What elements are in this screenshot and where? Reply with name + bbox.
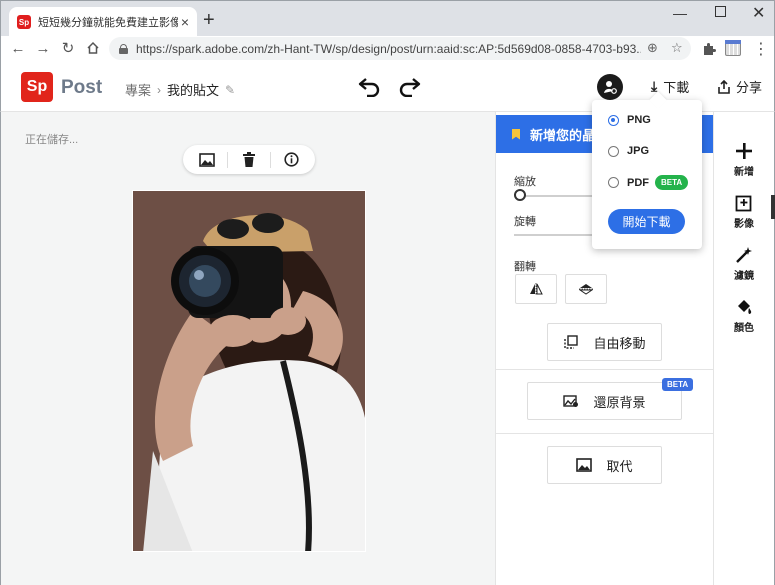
trash-icon[interactable] (238, 150, 260, 170)
radio-png[interactable] (608, 114, 619, 126)
account-avatar-button[interactable] (597, 74, 623, 100)
format-label: PNG (627, 114, 651, 126)
zoom-slider-track[interactable] (514, 195, 594, 197)
plus-icon (735, 140, 753, 162)
rail-add-label: 新增 (734, 167, 754, 178)
spark-favicon-icon: Sp (17, 15, 31, 29)
format-option-png[interactable]: PNG (608, 114, 651, 126)
format-option-pdf[interactable]: PDF BETA (608, 175, 689, 190)
format-option-jpg[interactable]: JPG (608, 145, 649, 157)
add-to-chrome-icon[interactable]: ⊕ (647, 40, 658, 56)
info-icon[interactable] (280, 150, 302, 170)
toolbar-divider (269, 151, 271, 168)
calendar-extension-icon[interactable] (725, 40, 741, 56)
flip-horizontal-icon (530, 283, 543, 295)
bookmark-star-icon[interactable]: ☆ (671, 40, 683, 56)
tab-title: 短短幾分鐘就能免費建立影像 · Ad (38, 17, 178, 29)
photographer-image[interactable] (132, 190, 366, 552)
beta-badge: BETA (662, 378, 694, 391)
start-download-button[interactable]: 開始下載 (608, 209, 685, 234)
rotate-label: 旋轉 (514, 216, 536, 228)
photographer-illustration (133, 191, 365, 551)
rail-item-image[interactable]: 影像 (714, 192, 774, 230)
rail-color-label: 顏色 (734, 323, 754, 334)
close-tab-icon[interactable]: × (181, 14, 189, 30)
extensions-icon[interactable] (699, 39, 719, 59)
maximize-icon[interactable] (715, 6, 726, 17)
restore-background-button[interactable]: 還原背景 (527, 382, 682, 420)
section-divider (496, 369, 714, 370)
close-window-icon[interactable]: ✕ (752, 3, 765, 23)
add-image-icon (735, 192, 753, 214)
flip-vertical-button[interactable] (565, 274, 607, 304)
browser-tab[interactable]: Sp 短短幾分鐘就能免費建立影像 · Ad × (9, 7, 197, 37)
free-move-button[interactable]: 自由移動 (547, 323, 662, 361)
spark-logo[interactable]: Sp (21, 72, 53, 102)
image-floating-toolbar (183, 145, 315, 174)
project-title[interactable]: 我的貼文 (167, 80, 219, 99)
section-divider (496, 433, 714, 434)
undo-icon[interactable] (357, 75, 383, 98)
save-status: 正在儲存... (25, 134, 79, 146)
scrollbar[interactable] (771, 195, 775, 219)
zoom-label: 縮放 (514, 176, 536, 188)
breadcrumb-separator: › (157, 82, 162, 97)
restore-background-icon (563, 395, 579, 407)
browser-tabstrip: Sp 短短幾分鐘就能免費建立影像 · Ad × + — ✕ (0, 0, 775, 37)
download-label: 下載 (663, 80, 690, 95)
format-label: PDF (627, 176, 649, 189)
breadcrumb: 專案 › 我的貼文 ✎ (125, 80, 235, 99)
address-bar[interactable]: https://spark.adobe.com/zh-Hant-TW/sp/de… (109, 37, 691, 60)
bookmark-icon (512, 128, 520, 140)
rail-item-color[interactable]: 顏色 (714, 296, 774, 334)
redo-icon[interactable] (396, 75, 422, 98)
restore-background-label: 還原背景 (593, 394, 646, 410)
rail-item-add[interactable]: 新增 (714, 140, 774, 178)
replace-label: 取代 (606, 458, 633, 474)
browser-menu-icon[interactable]: ⋮ (751, 39, 771, 59)
url-text: https://spark.adobe.com/zh-Hant-TW/sp/de… (136, 41, 641, 56)
lock-icon (119, 43, 128, 54)
free-move-label: 自由移動 (593, 335, 646, 351)
format-label: JPG (627, 145, 650, 157)
replace-button[interactable]: 取代 (547, 446, 662, 484)
flip-vertical-icon (579, 284, 593, 295)
free-move-icon (564, 335, 579, 349)
toolbar-divider (227, 151, 229, 168)
zoom-slider-handle[interactable] (514, 189, 526, 201)
reload-icon[interactable]: ↻ (58, 38, 78, 58)
share-label: 分享 (736, 80, 763, 95)
back-arrow-icon[interactable]: ← (8, 38, 28, 58)
design-canvas[interactable]: 正在儲存... (0, 112, 495, 585)
share-button[interactable]: 分享 (718, 77, 762, 96)
image-icon[interactable] (196, 150, 218, 170)
rail-image-label: 影像 (734, 219, 754, 230)
radio-jpg[interactable] (608, 145, 619, 157)
minimize-icon[interactable]: — (673, 5, 687, 21)
flip-horizontal-button[interactable] (515, 274, 557, 304)
forward-arrow-icon[interactable]: → (33, 38, 53, 58)
panel-title: 新增您的晶 (530, 127, 596, 143)
app-name: Post (61, 77, 103, 98)
download-menu: PNG JPG PDF BETA 開始下載 (592, 100, 702, 249)
browser-toolbar: ← → ↻ https://spark.adobe.com/zh-Hant-TW… (0, 36, 775, 62)
radio-pdf[interactable] (608, 177, 619, 188)
pdf-beta-badge: BETA (655, 175, 689, 190)
user-settings-icon (604, 81, 617, 94)
rail-filter-label: 濾鏡 (734, 271, 754, 282)
new-tab-button[interactable]: + (203, 10, 215, 30)
breadcrumb-projects-link[interactable]: 專案 (125, 80, 151, 99)
share-icon (718, 79, 730, 94)
paint-bucket-icon (735, 296, 753, 318)
rotate-slider-track[interactable] (514, 234, 594, 236)
flip-label: 翻轉 (514, 261, 536, 273)
home-icon[interactable] (83, 38, 103, 58)
pencil-edit-icon[interactable]: ✎ (225, 83, 235, 97)
magic-wand-icon (735, 244, 753, 266)
image-icon (576, 458, 593, 472)
rail-item-filter[interactable]: 濾鏡 (714, 244, 774, 282)
tool-rail: 新增 影像 濾鏡 顏色 (713, 112, 775, 585)
